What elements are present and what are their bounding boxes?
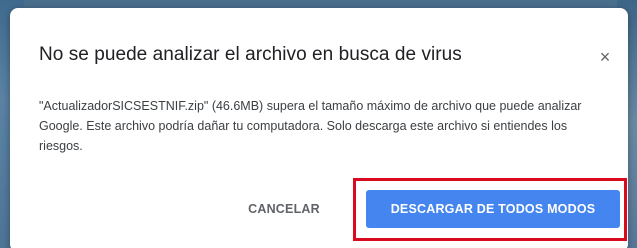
dialog-title: No se puede analizar el archivo en busca… [39, 44, 462, 65]
cancel-button[interactable]: CANCELAR [234, 194, 334, 224]
download-anyway-button[interactable]: DESCARGAR DE TODOS MODOS [366, 190, 620, 228]
close-icon[interactable]: × [594, 46, 616, 68]
dialog-message: "ActualizadorSICSESTNIF.zip" (46.6MB) su… [39, 99, 582, 153]
virus-scan-dialog: No se puede analizar el archivo en busca… [10, 8, 628, 248]
